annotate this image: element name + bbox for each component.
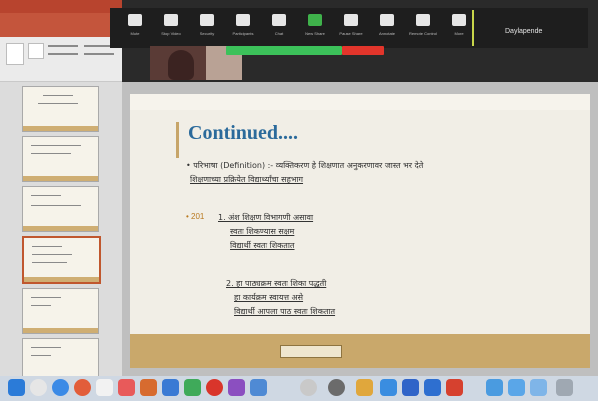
documents-folder-icon[interactable] xyxy=(508,379,525,396)
participants-label: Participants xyxy=(232,31,254,36)
pencil-icon xyxy=(380,14,394,26)
chat-label: Chat xyxy=(274,31,284,36)
definition-line-2: शिक्षणाच्या प्रक्रियेत विद्यार्थ्यांचा स… xyxy=(190,175,304,184)
shield-icon xyxy=(200,14,214,26)
more-button[interactable]: More xyxy=(442,12,476,42)
annotate-button[interactable]: Annotate xyxy=(370,12,404,42)
trash-icon[interactable] xyxy=(556,379,573,396)
slide-bottom-band xyxy=(130,334,590,368)
notes-icon[interactable] xyxy=(118,379,135,396)
stop-video-label: Stop Video xyxy=(161,31,181,36)
item-5: हा कार्यक्रम स्वायत्त असे xyxy=(234,293,304,302)
font-toolbar-row[interactable] xyxy=(48,45,78,47)
participant-face xyxy=(168,50,194,80)
downloads-folder-icon[interactable] xyxy=(486,379,503,396)
current-slide[interactable]: Continued.... • परिभाषा (Definition) :- … xyxy=(130,94,590,368)
chat-button[interactable]: Chat xyxy=(262,12,296,42)
pause-share-label: Pause Share xyxy=(339,31,363,36)
pause-share-button[interactable]: Pause Share xyxy=(334,12,368,42)
music-icon[interactable] xyxy=(206,379,223,396)
slide-footer-tag xyxy=(280,345,342,358)
annotate-label: Annotate xyxy=(378,31,395,36)
mail-icon[interactable] xyxy=(162,379,179,396)
security-button[interactable]: Security xyxy=(190,12,224,42)
messages-icon[interactable] xyxy=(184,379,201,396)
ribbon-tabs[interactable] xyxy=(0,13,122,37)
safari-icon[interactable] xyxy=(52,379,69,396)
new-share-button[interactable]: New Share xyxy=(298,12,332,42)
maps-icon[interactable] xyxy=(140,379,157,396)
sharing-status-banner xyxy=(226,46,342,55)
siri-icon[interactable] xyxy=(328,379,345,396)
ellipsis-icon xyxy=(452,14,466,26)
title-accent-bar xyxy=(176,122,179,158)
paste-button[interactable] xyxy=(6,43,24,65)
launchpad-icon[interactable] xyxy=(30,379,47,396)
stop-video-button[interactable]: Stop Video xyxy=(154,12,188,42)
microphone-icon xyxy=(128,14,142,26)
chrome-icon[interactable] xyxy=(74,379,91,396)
remote-control-button[interactable]: Remote Control xyxy=(406,12,440,42)
styles-toolbar-row[interactable] xyxy=(84,53,114,55)
mouse-icon xyxy=(416,14,430,26)
item-6: विद्यार्थी आपला पाठ स्वतः शिकतात xyxy=(234,307,336,316)
finder-icon[interactable] xyxy=(8,379,25,396)
app-store-icon[interactable] xyxy=(356,379,373,396)
remote-control-label: Remote Control xyxy=(408,31,437,36)
system-preferences-icon[interactable] xyxy=(300,379,317,396)
video-camera-icon xyxy=(164,14,178,26)
outlook-icon[interactable] xyxy=(402,379,419,396)
powerpoint-title-bar xyxy=(0,0,122,13)
more-label: More xyxy=(454,31,464,36)
mute-button[interactable]: Mute xyxy=(118,12,152,42)
slide-thumbnail-pane[interactable] xyxy=(0,82,122,384)
item-1: 1. अंश शिक्षण विभागणी असावा xyxy=(218,213,314,222)
word-icon[interactable] xyxy=(380,379,397,396)
slide-thumbnail[interactable] xyxy=(22,136,99,182)
mute-label: Mute xyxy=(130,31,140,36)
zoom-status-text: Daylapende xyxy=(505,28,543,35)
security-label: Security xyxy=(199,31,215,36)
macos-dock xyxy=(0,376,598,401)
zoom-meetings-icon[interactable] xyxy=(424,379,441,396)
definition-line-1: • परिभाषा (Definition) :- व्यक्तिकरण हे … xyxy=(186,161,424,170)
item-3: विद्यार्थी स्वतः शिकतात xyxy=(230,241,295,250)
zoom-app-icon[interactable] xyxy=(250,379,267,396)
slide-thumbnail[interactable] xyxy=(22,186,99,232)
slide-thumbnail[interactable] xyxy=(22,288,99,334)
chat-bubble-icon xyxy=(272,14,286,26)
slide-thumbnail-active[interactable] xyxy=(22,236,101,284)
ribbon-toolbar xyxy=(0,37,122,82)
participants-button[interactable]: Participants xyxy=(226,12,260,42)
share-screen-icon xyxy=(308,14,322,26)
people-icon xyxy=(236,14,250,26)
pause-icon xyxy=(344,14,358,26)
point-label: • 201 xyxy=(186,212,205,221)
stop-share-button[interactable] xyxy=(342,46,384,55)
toolbar-divider xyxy=(472,10,474,46)
new-slide-button[interactable] xyxy=(28,43,44,59)
item-2: स्वतः शिकण्यास सक्षम xyxy=(230,227,295,236)
slide-title: Continued.... xyxy=(188,122,299,144)
item-4: 2. हा पाठ्यक्रम स्वतः शिका पद्धती xyxy=(226,279,327,288)
new-share-label: New Share xyxy=(305,31,325,36)
slide-thumbnail[interactable] xyxy=(22,86,99,132)
powerpoint-icon[interactable] xyxy=(446,379,463,396)
paragraph-toolbar-row[interactable] xyxy=(48,53,78,55)
desktop-folder-icon[interactable] xyxy=(530,379,547,396)
slide-top-decoration xyxy=(130,94,590,110)
calendar-icon[interactable] xyxy=(96,379,113,396)
onenote-icon[interactable] xyxy=(228,379,245,396)
